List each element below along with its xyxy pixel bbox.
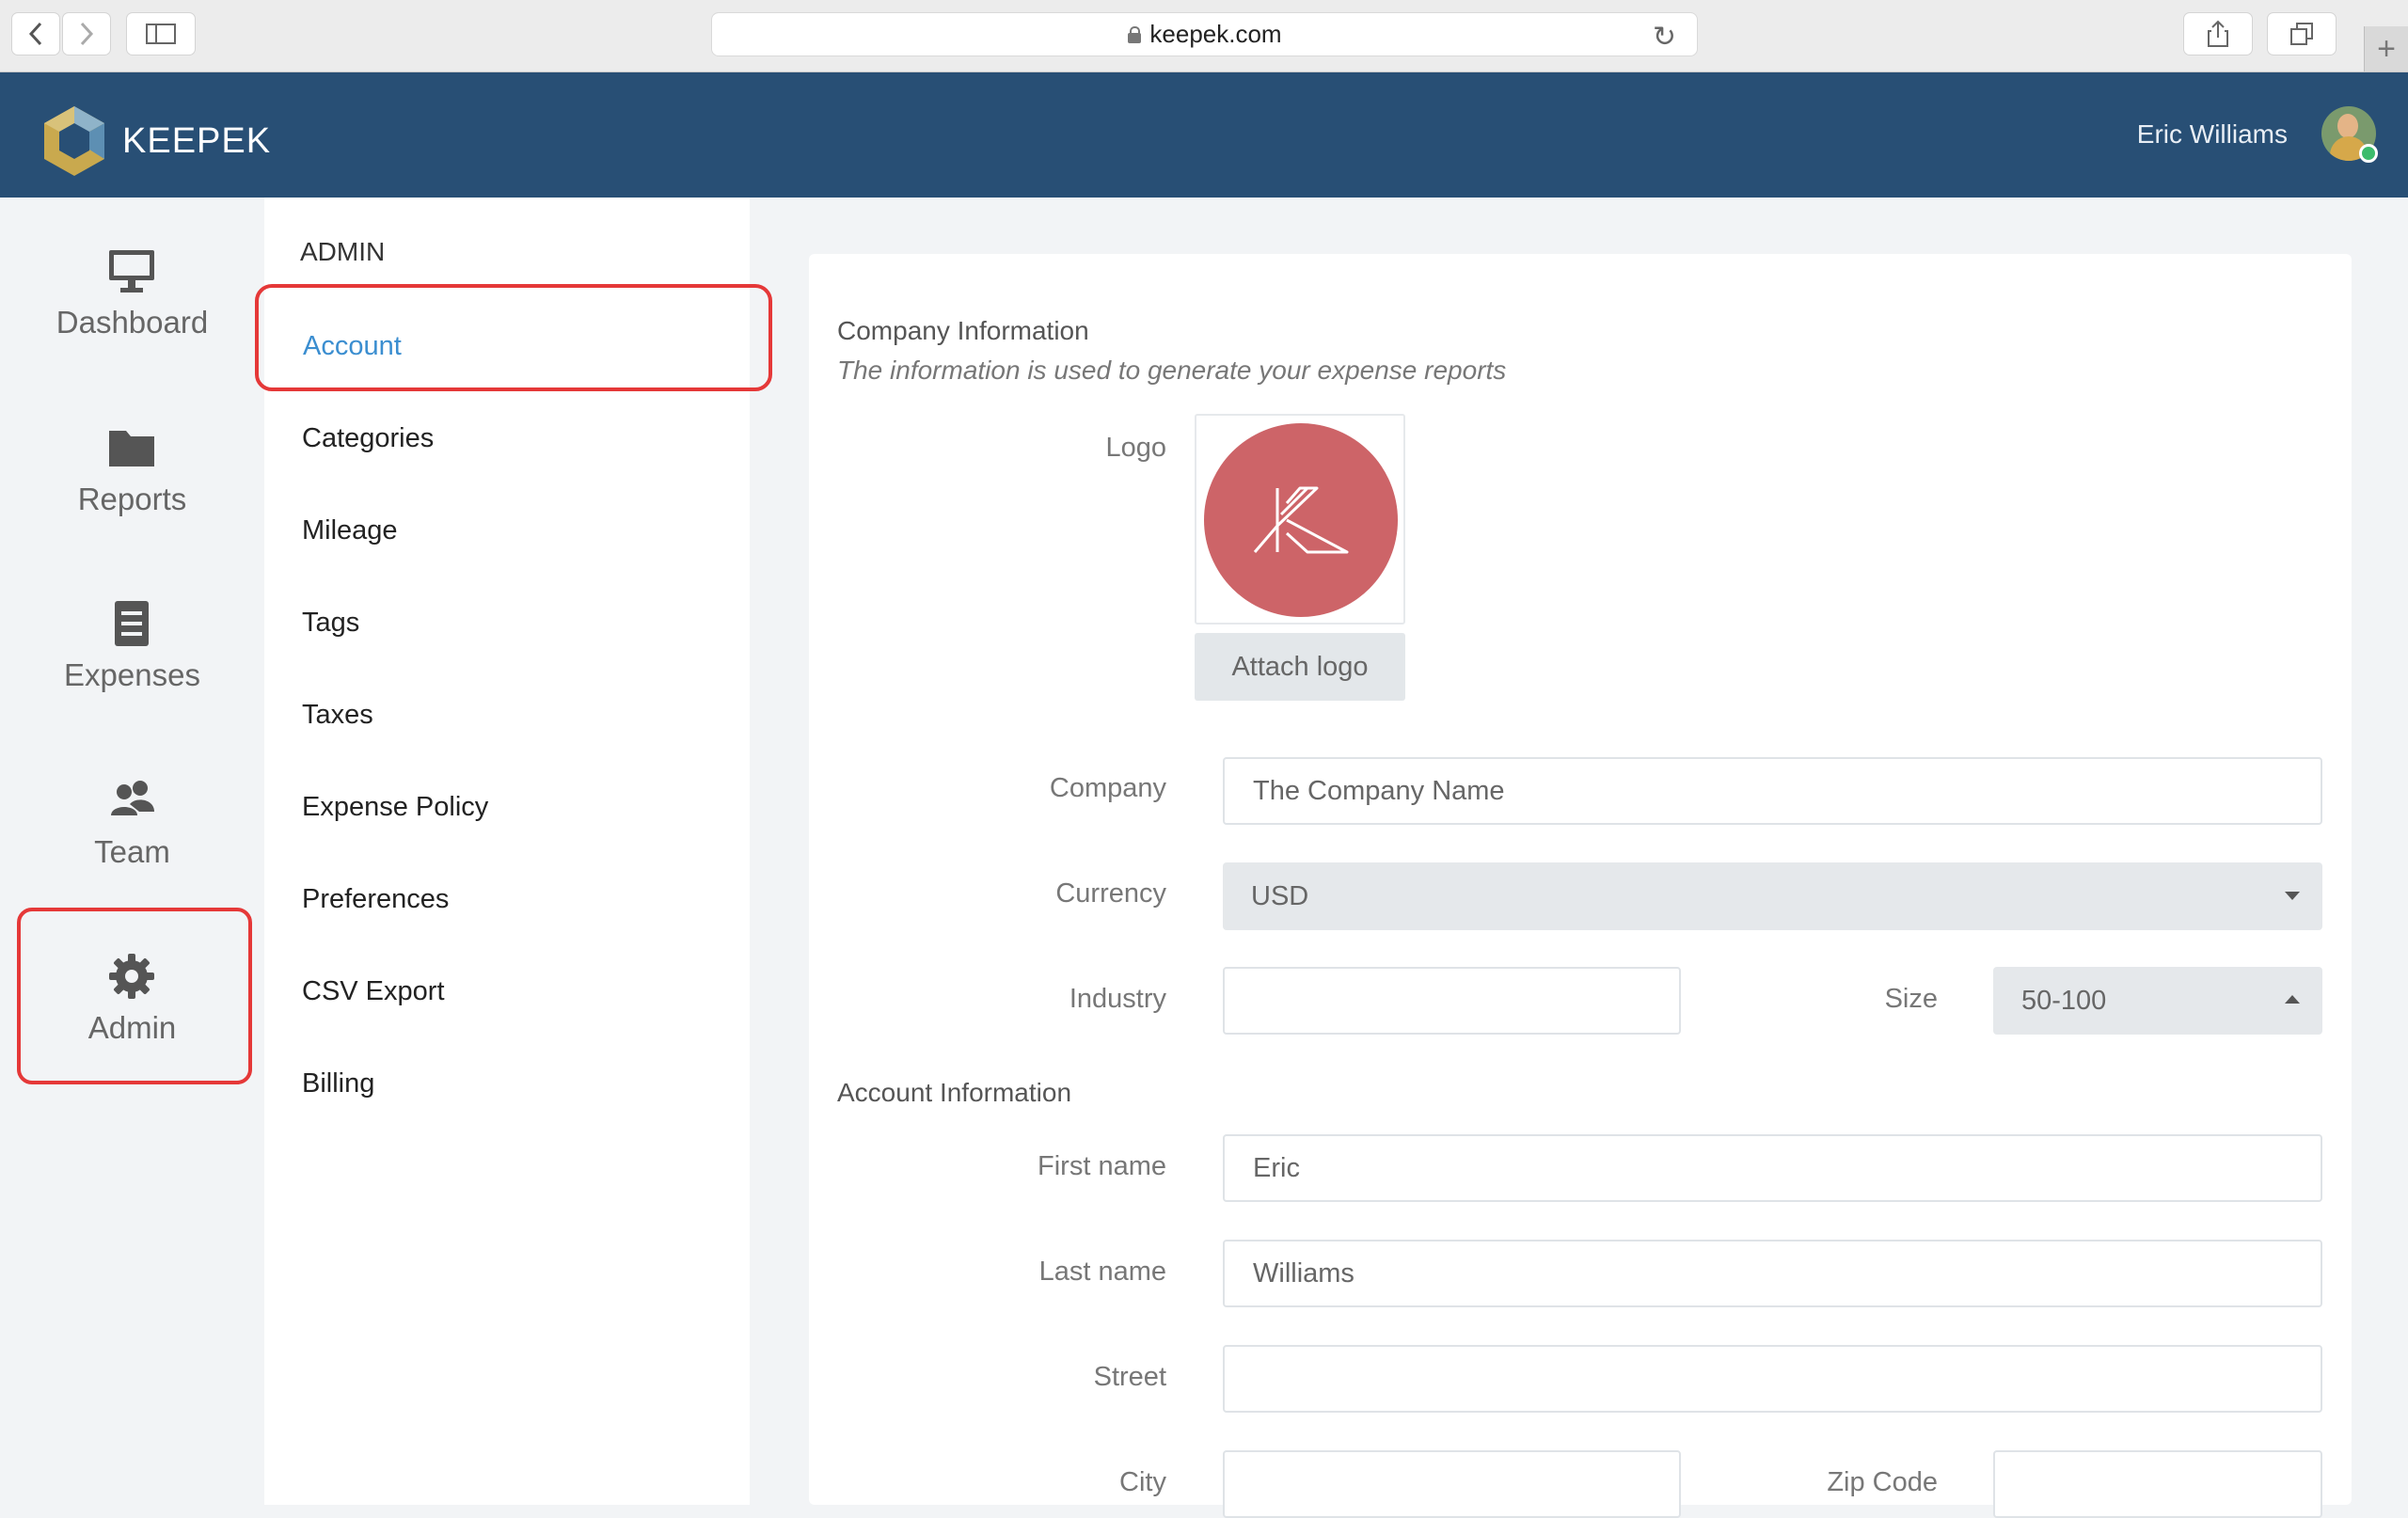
chevron-left-icon [28,22,42,46]
first-name-label: First name [1038,1151,1166,1181]
size-label: Size [1884,984,1938,1014]
zip-code-label: Zip Code [1827,1467,1938,1497]
admin-highlight-box [17,908,252,1084]
lock-icon [1127,25,1142,43]
account-section-title: Account Information [837,1078,1072,1107]
admin-menu-item-taxes[interactable]: Taxes [302,700,373,731]
street-input[interactable] [1223,1345,2322,1413]
brand-name[interactable]: KEEPEK [122,121,271,162]
nav-item-team[interactable]: Team [0,755,264,925]
back-button[interactable] [11,12,60,55]
company-name-placeholder: The Company Name [1253,775,1505,806]
admin-menu-item-preferences[interactable]: Preferences [302,884,449,915]
currency-value: USD [1251,880,1309,911]
first-name-value: Eric [1253,1152,1300,1183]
nav-label: Expenses [64,657,200,692]
admin-menu-item-categories[interactable]: Categories [302,423,434,454]
forward-button[interactable] [62,12,111,55]
user-name[interactable]: Eric Williams [2137,119,2288,150]
company-logo-image [1204,423,1398,617]
browser-toolbar: keepek.com ↻ + [0,0,2408,72]
admin-menu-item-csv-export[interactable]: CSV Export [302,976,445,1007]
size-value: 50-100 [2021,985,2107,1016]
left-nav: Dashboard Reports Expenses Team Admin [0,198,264,1505]
last-name-input[interactable]: Williams [1223,1240,2322,1307]
url-text: keepek.com [1149,20,1282,48]
admin-menu-item-billing[interactable]: Billing [302,1068,374,1099]
monitor-icon [109,250,154,293]
admin-menu-title: ADMIN [300,237,386,266]
nav-label: Team [94,834,170,869]
industry-label: Industry [1069,984,1166,1014]
document-icon [115,601,149,646]
last-name-label: Last name [1038,1257,1166,1287]
company-section-subtitle: The information is used to generate your… [837,356,1507,385]
reload-icon[interactable]: ↻ [1653,21,1676,54]
zip-code-input[interactable] [1993,1450,2322,1518]
admin-menu-item-mileage[interactable]: Mileage [302,515,398,546]
share-button[interactable] [2183,12,2253,55]
sidebar-icon [146,24,176,44]
industry-input[interactable] [1223,967,1681,1035]
company-name-input[interactable]: The Company Name [1223,757,2322,825]
share-icon [2208,20,2228,47]
currency-label: Currency [1055,878,1166,909]
users-icon [111,781,154,815]
chevron-right-icon [80,22,94,46]
app-header: KEEPEK Eric Williams [0,72,2408,198]
nav-label: Reports [77,482,187,516]
attach-logo-button[interactable]: Attach logo [1195,633,1405,701]
first-name-input[interactable]: Eric [1223,1134,2322,1202]
last-name-value: Williams [1253,1257,1354,1289]
logo-label: Logo [1105,433,1166,463]
folder-icon [109,431,154,466]
nav-item-reports[interactable]: Reports [0,403,264,572]
keepek-logo-icon[interactable] [41,104,107,178]
nav-item-dashboard[interactable]: Dashboard [0,226,264,395]
chevron-up-icon [2285,995,2300,1004]
tabs-icon [2290,23,2313,45]
currency-select[interactable]: USD [1223,862,2322,930]
city-input[interactable] [1223,1450,1681,1518]
account-highlight-box [255,284,772,391]
account-settings-card: Company Information The information is u… [809,254,2352,1518]
street-label: Street [1093,1362,1166,1392]
online-status-dot [2359,144,2378,163]
size-select[interactable]: 50-100 [1993,967,2322,1035]
new-tab-button[interactable]: + [2364,26,2408,71]
chevron-down-icon [2285,892,2300,900]
company-section-title: Company Information [837,316,1089,345]
company-label: Company [1049,773,1166,803]
tabs-button[interactable] [2267,12,2337,55]
admin-menu: ADMIN Account Categories Mileage Tags Ta… [264,198,750,1505]
nav-label: Dashboard [55,305,209,340]
company-logo-preview [1195,414,1405,625]
company-k-logo-icon [1253,486,1349,554]
sidebar-toggle-button[interactable] [126,12,196,55]
address-bar[interactable]: keepek.com ↻ [711,12,1698,56]
nav-item-expenses[interactable]: Expenses [0,578,264,748]
admin-menu-item-expense-policy[interactable]: Expense Policy [302,792,488,823]
city-label: City [1119,1467,1166,1497]
admin-menu-item-tags[interactable]: Tags [302,608,359,639]
